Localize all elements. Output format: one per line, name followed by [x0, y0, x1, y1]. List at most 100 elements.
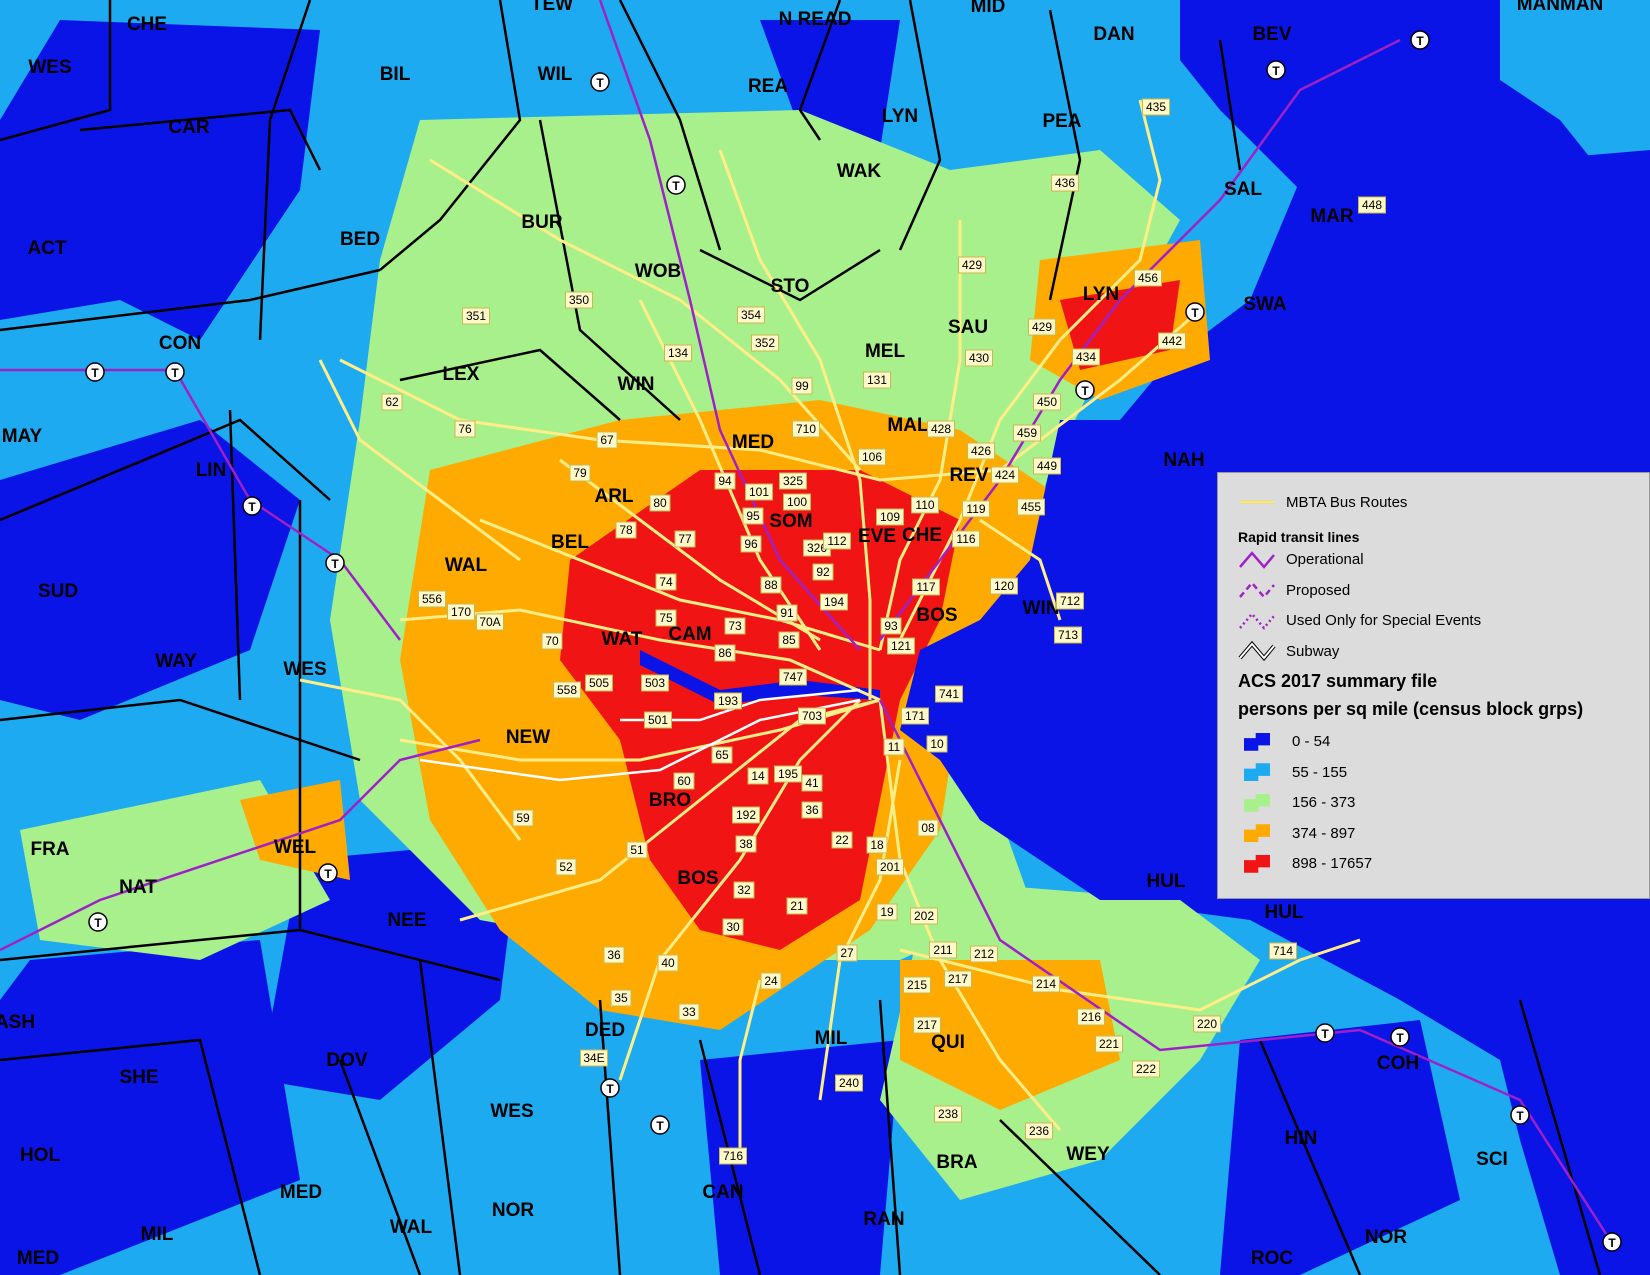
proposed-line-symbol: [1239, 581, 1275, 600]
legend-title-line1: ACS 2017 summary file: [1238, 670, 1438, 691]
operational-line-symbol: [1239, 550, 1275, 569]
route-shield: 217: [913, 1016, 941, 1034]
town-label: MAY: [2, 426, 43, 447]
route-shield: 75: [655, 609, 677, 627]
town-label: BUR: [521, 212, 562, 233]
route-number: 194: [824, 595, 844, 609]
t-station-icon: T: [318, 863, 338, 883]
route-shield: 32: [733, 881, 755, 899]
t-station-icon: T: [325, 553, 345, 573]
bin-swatch-1: [1244, 763, 1270, 782]
route-number: 70: [545, 634, 559, 648]
route-number: 60: [677, 774, 691, 788]
town-label: WEY: [1066, 1144, 1110, 1165]
route-number: 80: [653, 496, 667, 510]
route-number: 62: [385, 395, 399, 409]
route-shield: 62: [381, 393, 403, 411]
route-shield: 86: [714, 644, 736, 662]
route-shield: 91: [776, 604, 798, 622]
route-shield: 79: [569, 464, 591, 482]
route-shield: 713: [1054, 626, 1082, 644]
svg-text:T: T: [1272, 64, 1280, 78]
svg-text:T: T: [1608, 1236, 1616, 1250]
route-shield: 741: [935, 685, 963, 703]
route-number: 712: [1060, 594, 1080, 608]
town-label: WAL: [390, 1217, 433, 1238]
route-shield: 435: [1142, 98, 1170, 116]
route-shield: 134: [664, 344, 692, 362]
route-shield: 76: [454, 420, 476, 438]
town-label: NOR: [1365, 1227, 1408, 1248]
town-label: DOV: [326, 1050, 368, 1071]
route-number: 11: [888, 740, 901, 754]
legend-rapid-header: Rapid transit lines: [1238, 528, 1360, 545]
route-shield: 92: [812, 563, 834, 581]
special-events-line-symbol: [1239, 611, 1275, 630]
route-shield: 121: [887, 637, 915, 655]
route-shield: 80: [649, 494, 671, 512]
svg-text:T: T: [672, 179, 680, 193]
route-shield: 74: [655, 573, 677, 591]
route-number: 450: [1037, 395, 1057, 409]
route-number: 713: [1058, 628, 1078, 642]
route-shield: 112: [823, 532, 851, 550]
town-label: LIN: [196, 460, 227, 481]
town-label: NAT: [119, 877, 157, 898]
route-shield: 424: [991, 466, 1019, 484]
route-shield: 714: [1269, 942, 1297, 960]
town-label: CAR: [168, 117, 209, 138]
route-shield: 110: [911, 496, 939, 514]
route-number: 94: [718, 474, 732, 488]
town-label: BRA: [936, 1152, 977, 1173]
town-label: ASH: [0, 1012, 35, 1033]
route-shield: 436: [1051, 174, 1079, 192]
route-shield: 217: [944, 970, 972, 988]
t-station-icon: T: [1410, 30, 1430, 50]
town-label: CON: [159, 333, 201, 354]
route-shield: 94: [714, 472, 736, 490]
route-number: 86: [718, 646, 732, 660]
legend-operational: Operational: [1238, 545, 1649, 576]
route-shield: 325: [779, 472, 807, 490]
svg-text:T: T: [91, 366, 99, 380]
route-number: 24: [764, 974, 778, 988]
svg-text:T: T: [1396, 1031, 1404, 1045]
town-label: REA: [748, 76, 788, 97]
town-label: WES: [283, 659, 326, 680]
t-station-icon: T: [650, 1115, 670, 1135]
town-label: SUD: [38, 581, 78, 602]
route-shield: 215: [903, 976, 931, 994]
route-number: 59: [516, 811, 530, 825]
route-shield: 501: [644, 711, 672, 729]
route-number: 96: [744, 537, 758, 551]
legend-subway: Subway: [1238, 636, 1649, 667]
svg-text:T: T: [331, 557, 339, 571]
route-shield: 703: [798, 707, 826, 725]
route-number: 428: [931, 422, 951, 436]
route-number: 67: [600, 433, 614, 447]
town-label: SOM: [769, 511, 812, 532]
legend-operational-label: Operational: [1286, 551, 1364, 569]
route-shield: 354: [737, 306, 765, 324]
route-shield: 24: [760, 972, 782, 990]
town-label: WEL: [274, 837, 317, 858]
route-number: 106: [862, 450, 882, 464]
route-shield: 119: [962, 500, 990, 518]
route-number: 93: [884, 619, 898, 633]
route-shield: 214: [1032, 975, 1060, 993]
town-label: MAL: [887, 415, 929, 436]
route-number: 92: [816, 565, 830, 579]
route-number: 121: [891, 639, 911, 653]
t-station-icon: T: [1390, 1027, 1410, 1047]
town-label: BIL: [380, 64, 411, 85]
legend-bin-2: 156 - 373: [1238, 788, 1649, 819]
svg-text:T: T: [171, 366, 179, 380]
route-number: 134: [668, 346, 688, 360]
route-shield: 41: [801, 774, 823, 792]
route-number: 217: [948, 972, 968, 986]
route-shield: 73: [724, 617, 746, 635]
route-number: 119: [966, 502, 985, 516]
town-label: WIN: [618, 374, 655, 395]
town-label: COH: [1377, 1053, 1419, 1074]
town-label: PEA: [1042, 111, 1081, 132]
